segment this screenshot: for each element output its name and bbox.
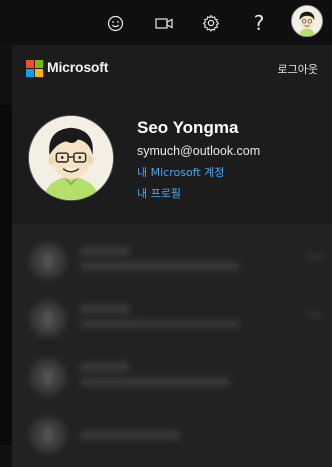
avatar[interactable] bbox=[291, 5, 323, 37]
microsoft-logo-icon bbox=[26, 60, 43, 77]
list-item[interactable] bbox=[12, 293, 332, 351]
smiley-icon[interactable] bbox=[100, 8, 130, 38]
my-microsoft-account-link[interactable]: 내 Microsoft 계정 bbox=[137, 164, 224, 180]
background-strip bbox=[0, 45, 12, 467]
top-bar: ? bbox=[0, 0, 332, 45]
my-profile-link[interactable]: 내 프로필 bbox=[137, 185, 181, 201]
help-icon[interactable]: ? bbox=[244, 8, 274, 38]
profile-avatar[interactable] bbox=[28, 115, 114, 201]
brand-name: Microsoft bbox=[47, 59, 109, 75]
other-accounts-list bbox=[12, 225, 332, 467]
gear-icon[interactable] bbox=[196, 8, 226, 38]
list-item[interactable] bbox=[12, 351, 332, 409]
user-email: symuch@outlook.com bbox=[137, 144, 261, 158]
signout-link[interactable]: 로그아웃 bbox=[278, 61, 318, 77]
account-header: Microsoft 로그아웃 Seo Yongma symuch@outlook… bbox=[12, 45, 332, 225]
list-item[interactable] bbox=[12, 409, 332, 467]
video-icon[interactable] bbox=[149, 8, 179, 38]
account-panel: Microsoft 로그아웃 Seo Yongma symuch@outlook… bbox=[12, 45, 332, 467]
list-item[interactable] bbox=[12, 235, 332, 293]
user-name: Seo Yongma bbox=[137, 118, 239, 137]
